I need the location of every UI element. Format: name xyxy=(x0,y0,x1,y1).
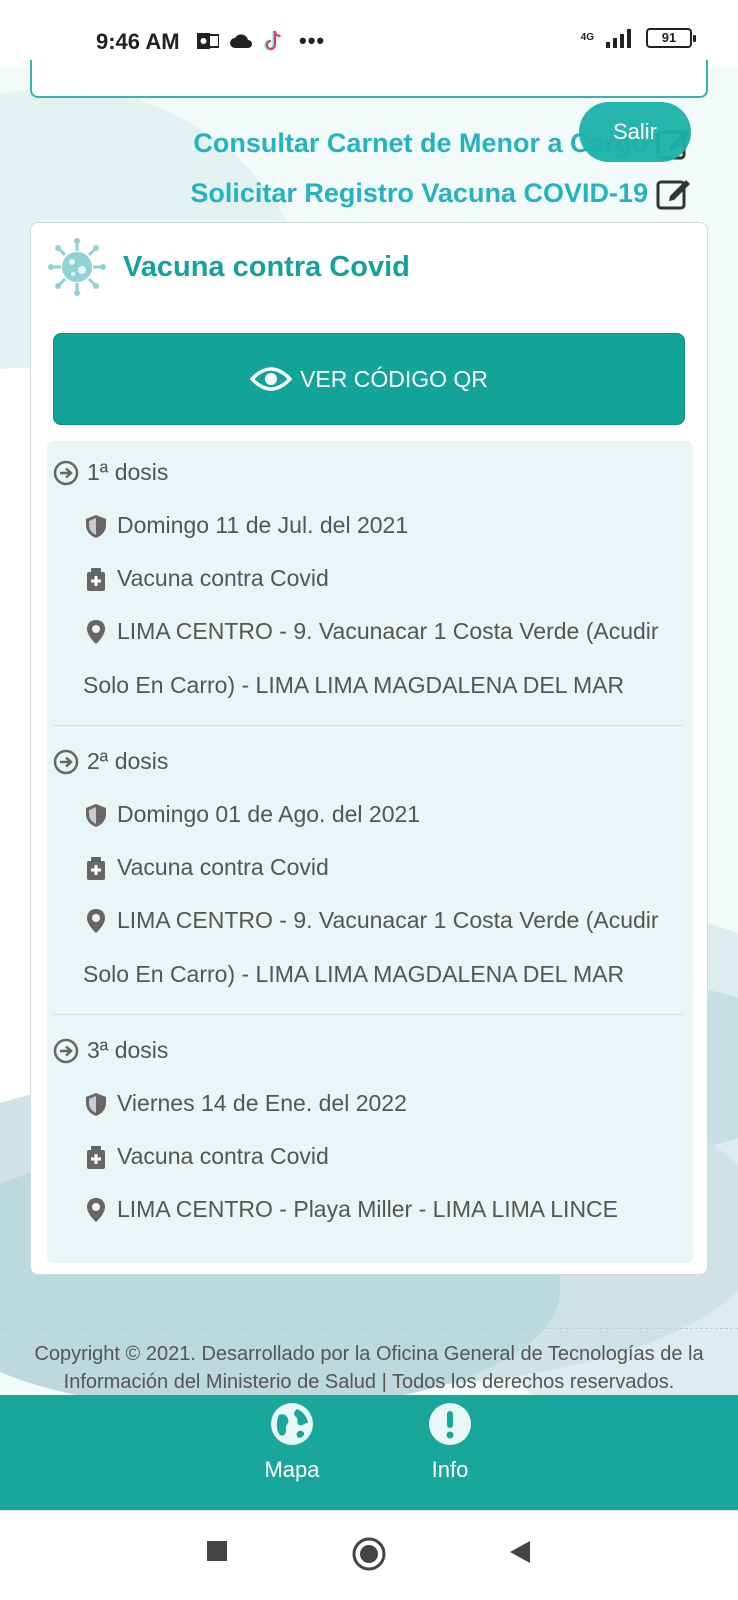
map-pin-icon xyxy=(87,1198,105,1222)
link-solicitar-registro[interactable]: Solicitar Registro Vacuna COVID-19 xyxy=(190,176,692,210)
dose-vaccine: Vacuna contra Covid xyxy=(83,854,683,881)
status-bar: 9:46 AM ••• 4G 91 xyxy=(0,0,738,68)
dose-date-text: Viernes 14 de Ene. del 2022 xyxy=(117,1090,407,1116)
dose-location-text: LIMA CENTRO - 9. Vacunacar 1 Costa Verde… xyxy=(83,907,659,987)
dose-location: LIMA CENTRO - Playa Miller - LIMA LIMA L… xyxy=(83,1182,683,1236)
shield-icon xyxy=(86,1092,106,1116)
logout-button[interactable]: Salir xyxy=(579,102,691,162)
dose-title-text: 1ª dosis xyxy=(87,459,169,485)
dose-vaccine: Vacuna contra Covid xyxy=(83,565,683,592)
dose-vaccine-text: Vacuna contra Covid xyxy=(117,854,329,880)
nav-label-info: Info xyxy=(431,1457,469,1482)
eye-icon xyxy=(250,367,293,391)
dose-date-text: Domingo 11 de Jul. del 2021 xyxy=(117,512,409,538)
dose-date: Domingo 01 de Ago. del 2021 xyxy=(83,801,683,828)
notification-icons: ••• xyxy=(197,28,325,54)
previous-card-bottom xyxy=(30,60,708,98)
dose-location-text: LIMA CENTRO - Playa Miller - LIMA LIMA L… xyxy=(117,1196,619,1222)
dose-title-text: 2ª dosis xyxy=(87,748,169,774)
system-navigation-bar xyxy=(0,1510,738,1600)
medical-kit-icon xyxy=(87,567,105,591)
dose-date-text: Domingo 01 de Ago. del 2021 xyxy=(117,801,421,827)
nav-item-info[interactable]: Info xyxy=(390,1401,510,1483)
dose-title: 1ª dosis xyxy=(53,459,168,486)
battery-icon: 91 xyxy=(646,28,696,48)
dose-title: 3ª dosis xyxy=(53,1037,168,1064)
exclamation-icon xyxy=(429,1403,471,1445)
shield-icon xyxy=(86,803,106,827)
card-header: Vacuna contra Covid xyxy=(47,237,410,297)
shield-icon xyxy=(86,514,106,538)
arrow-circle-icon xyxy=(53,749,79,774)
dose-vaccine-text: Vacuna contra Covid xyxy=(117,1143,329,1169)
tiktok-icon xyxy=(264,30,281,51)
dose-date: Domingo 11 de Jul. del 2021 xyxy=(83,512,683,539)
nav-label-mapa: Mapa xyxy=(264,1457,320,1482)
recents-icon[interactable] xyxy=(205,1539,229,1563)
back-icon[interactable] xyxy=(508,1539,532,1565)
nav-item-mapa[interactable]: Mapa xyxy=(232,1401,352,1483)
home-icon[interactable] xyxy=(352,1537,386,1571)
more-icon: ••• xyxy=(299,28,326,53)
dose-location: LIMA CENTRO - 9. Vacunacar 1 Costa Verde… xyxy=(83,604,683,712)
view-qr-button[interactable]: VER CÓDIGO QR xyxy=(53,333,685,425)
doses-list: 1ª dosis Domingo 11 de Jul. del 2021 Vac… xyxy=(47,441,693,1263)
medical-kit-icon xyxy=(87,856,105,880)
bottom-nav: Mapa Info xyxy=(0,1395,738,1510)
view-qr-label: VER CÓDIGO QR xyxy=(300,365,488,392)
link-label: Solicitar Registro Vacuna COVID-19 xyxy=(190,177,648,208)
footer-copyright: Copyright © 2021. Desarrollado por la Of… xyxy=(34,1343,704,1393)
dose-location-text: LIMA CENTRO - 9. Vacunacar 1 Costa Verde… xyxy=(83,618,659,698)
dose-vaccine: Vacuna contra Covid xyxy=(83,1143,683,1170)
dose-vaccine-text: Vacuna contra Covid xyxy=(117,565,329,591)
vaccine-card: Vacuna contra Covid VER CÓDIGO QR 1ª dos… xyxy=(30,222,708,1275)
cloud-icon xyxy=(230,34,252,48)
arrow-circle-icon xyxy=(53,1038,79,1063)
network-label: 4G xyxy=(580,32,594,43)
dose-location: LIMA CENTRO - 9. Vacunacar 1 Costa Verde… xyxy=(83,893,683,1001)
status-time: 9:46 AM xyxy=(96,29,180,54)
globe-icon xyxy=(271,1403,313,1445)
dose-title-text: 3ª dosis xyxy=(87,1037,169,1063)
dose-divider xyxy=(53,725,683,726)
arrow-circle-icon xyxy=(53,460,79,485)
footer-divider xyxy=(0,1328,738,1329)
medical-kit-icon xyxy=(87,1145,105,1169)
virus-icon xyxy=(48,238,106,296)
system-icons: 4G 91 xyxy=(580,28,696,48)
dose-title: 2ª dosis xyxy=(53,748,168,775)
edit-icon xyxy=(656,180,690,210)
card-title: Vacuna contra Covid xyxy=(123,250,410,283)
dose-divider xyxy=(53,1014,683,1015)
dose-date: Viernes 14 de Ene. del 2022 xyxy=(83,1090,683,1117)
outlook-icon xyxy=(197,33,219,49)
signal-icon xyxy=(606,29,631,48)
